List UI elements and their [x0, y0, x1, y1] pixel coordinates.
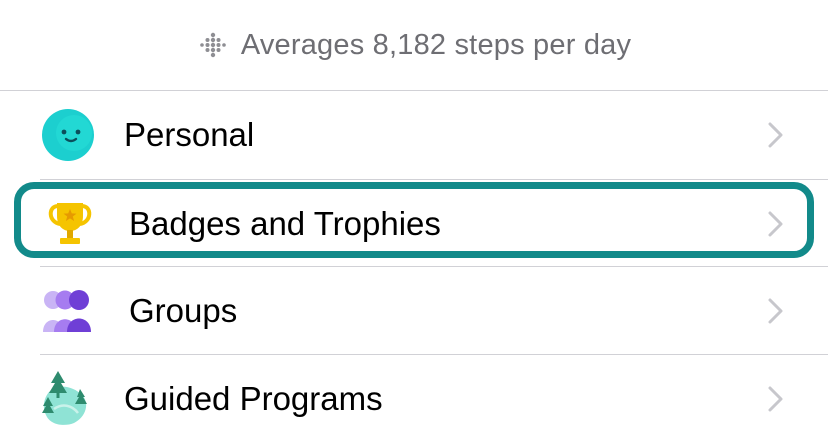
- menu-item-label: Guided Programs: [124, 380, 383, 417]
- chevron-right-icon: [768, 298, 783, 324]
- highlight-outline: [14, 182, 814, 258]
- menu-item-guided-programs[interactable]: Guided Programs: [0, 355, 828, 434]
- menu-item-label: Personal: [124, 116, 255, 153]
- steps-summary: Averages 8,182 steps per day: [0, 0, 828, 90]
- people-icon: [40, 281, 100, 341]
- menu-item-groups[interactable]: Groups: [0, 267, 828, 355]
- chevron-right-icon: [768, 386, 783, 412]
- fitbit-dots-icon: [200, 32, 226, 58]
- chevron-right-icon: [768, 122, 783, 148]
- smiley-face-icon: [38, 105, 98, 165]
- steps-average-text: Averages 8,182 steps per day: [240, 28, 632, 61]
- map-trees-icon: [38, 369, 98, 429]
- menu-item-personal[interactable]: Personal: [0, 91, 828, 179]
- menu-item-label: Groups: [129, 292, 238, 329]
